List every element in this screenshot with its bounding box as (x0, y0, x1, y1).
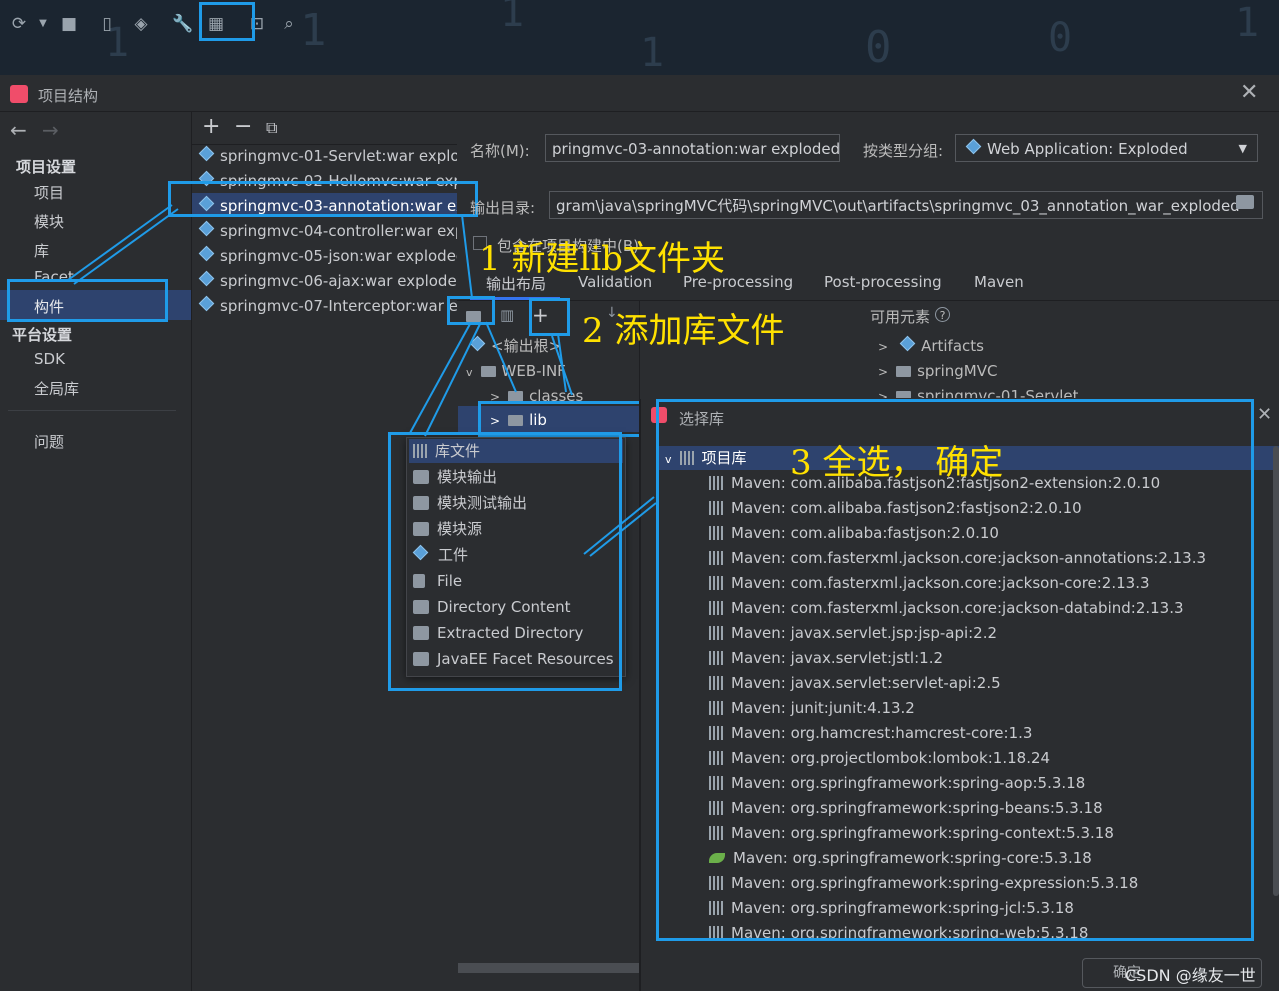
arrow (73, 208, 179, 285)
arrow (485, 321, 517, 393)
arrow (424, 323, 481, 437)
arrow (67, 204, 173, 281)
arrow (583, 496, 655, 555)
arrow (461, 214, 473, 299)
arrow (409, 323, 471, 434)
arrow (589, 502, 657, 557)
annotation-arrows (67, 204, 657, 557)
arrow (557, 333, 567, 393)
